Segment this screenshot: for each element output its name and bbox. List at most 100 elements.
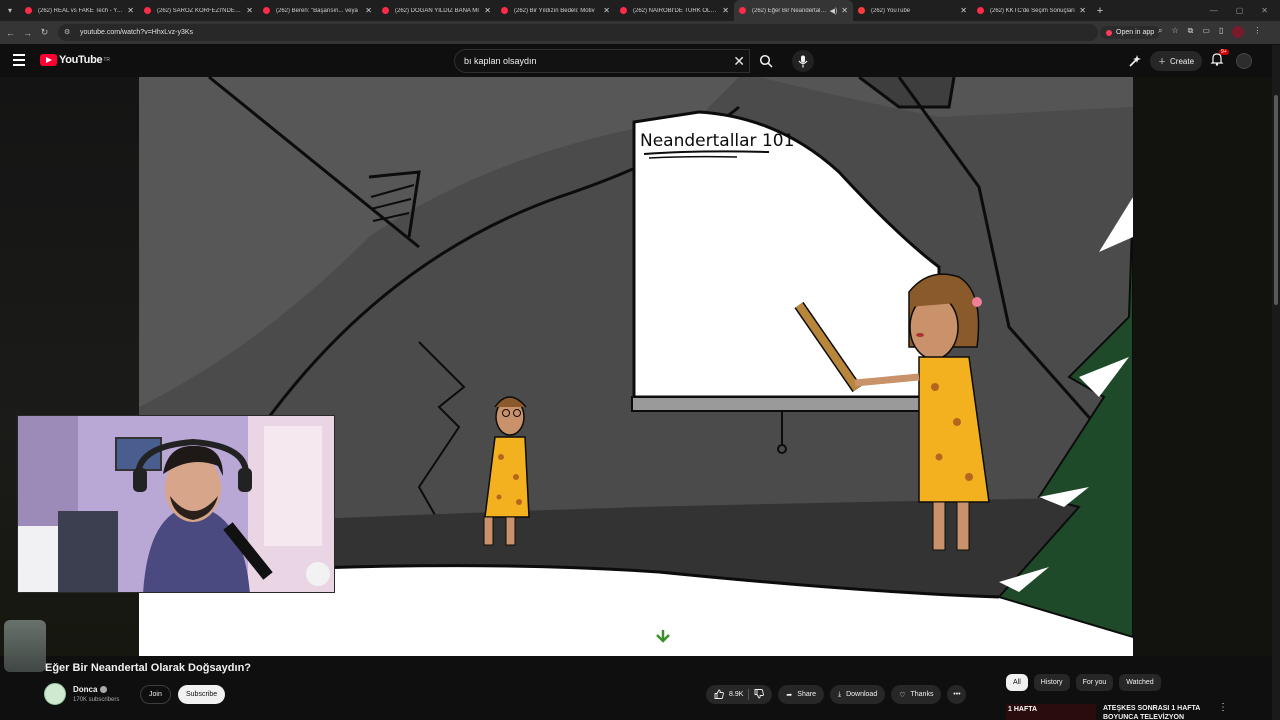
magic-wand-icon[interactable] [1128, 54, 1142, 68]
youtube-favicon-icon [25, 7, 32, 14]
channel-name[interactable]: Donca [73, 685, 108, 694]
youtube-logo[interactable]: YouTube TR [40, 54, 110, 66]
youtube-favicon-icon [977, 7, 984, 14]
verified-icon [100, 686, 108, 693]
room-background-right [1133, 77, 1272, 656]
chip-history[interactable]: History [1033, 674, 1070, 691]
streamer-webcam-image [18, 416, 334, 592]
like-button[interactable] [714, 689, 724, 701]
minimize-icon[interactable]: — [1210, 6, 1218, 15]
join-button[interactable]: Join [140, 685, 171, 704]
extensions-icon[interactable]: ⧉ [1188, 26, 1194, 38]
video-actions: 8.9K ➦ Share ⤓ Download ♡ Thanks ••• [706, 685, 967, 704]
back-icon[interactable]: ← [2, 28, 19, 38]
close-icon[interactable]: ✕ [960, 6, 967, 15]
microphone-icon [798, 55, 808, 67]
youtube-favicon-icon [501, 7, 508, 14]
video-title: Eğer Bir Neandertal Olarak Doğsaydın? [45, 662, 252, 674]
more-actions-button[interactable]: ••• [947, 685, 967, 704]
close-icon[interactable]: ✕ [603, 6, 610, 15]
recommendation-thumbnail[interactable]: 1 HAFTA [1006, 704, 1096, 720]
search-button[interactable] [750, 49, 782, 73]
subscriber-count: 170K subscribers [73, 697, 120, 703]
new-tab-icon[interactable]: + [1091, 5, 1109, 17]
close-window-icon[interactable]: ✕ [1261, 6, 1268, 15]
browser-tab[interactable]: (262) YouTube ✕ [853, 0, 972, 21]
dislike-button[interactable] [754, 688, 765, 701]
maximize-icon[interactable]: ▢ [1236, 6, 1244, 15]
browser-tab[interactable]: (262) NAIROBİ'DE TÜRK OLMA ✕ [615, 0, 734, 21]
close-icon[interactable]: ✕ [484, 6, 491, 15]
more-horizontal-icon: ••• [953, 691, 961, 698]
search-input[interactable]: bı kaplan olsaydın ✕ [454, 49, 750, 73]
close-icon[interactable]: ✕ [246, 6, 253, 15]
browser-tab[interactable]: (262) Bir Yıldızın Bedeli: Motiv ✕ [496, 0, 615, 21]
browser-tab-active[interactable]: (262) Eğer Bir Neandertal O ◀) ✕ [734, 0, 853, 21]
header-actions: ＋ Create 9+ [1128, 49, 1253, 71]
speaker-icon[interactable]: ◀) [830, 7, 838, 15]
create-label: Create [1170, 56, 1195, 66]
clear-search-icon[interactable]: ✕ [733, 53, 745, 70]
tab-label: (262) Beren: "Başarısın... veya [276, 7, 358, 14]
close-icon[interactable]: ✕ [365, 6, 372, 15]
page-scrollbar[interactable] [1272, 45, 1280, 720]
subscribe-button[interactable]: Subscribe [178, 685, 226, 704]
browser-tab[interactable]: (262) DOĞAN YILDIZ BANA Mİ ✕ [377, 0, 496, 21]
window-controls: — ▢ ✕ [1210, 6, 1280, 15]
plus-icon: ＋ [1158, 56, 1166, 66]
profile-avatar[interactable] [1232, 26, 1245, 38]
youtube-favicon-icon [144, 7, 151, 14]
account-avatar[interactable] [1236, 53, 1253, 69]
site-info-icon[interactable]: ⚙ [64, 28, 73, 37]
cup-object [4, 620, 46, 672]
menu-icon[interactable] [13, 54, 25, 66]
browser-menu-icon[interactable]: ⋮ [1253, 26, 1261, 38]
share-button[interactable]: ➦ Share [778, 685, 824, 704]
tab-label: (262) YouTube [871, 7, 911, 14]
create-button[interactable]: ＋ Create [1150, 51, 1203, 71]
scrollbar-thumb[interactable] [1274, 95, 1278, 305]
open-in-app-label: Open in app [1116, 29, 1155, 36]
divider [748, 689, 750, 700]
filter-chips: All History For you Watched [1006, 674, 1161, 691]
browser-tab[interactable]: (262) REAL vs FAKE Tech - YouT ✕ [20, 0, 139, 21]
browser-tab[interactable]: (262) SAROZ KÖRFEZİ'NDE KIL ✕ [139, 0, 258, 21]
download-label: Download [846, 691, 878, 698]
like-count: 8.9K [729, 691, 744, 698]
recommendation-title[interactable]: ATEŞKES SONRASI 1 HAFTA BOYUNCA TELEVİZY… [1103, 704, 1215, 720]
sidebar-icon[interactable]: ▯ [1219, 26, 1223, 38]
close-icon[interactable]: ✕ [722, 6, 729, 15]
chip-watched[interactable]: Watched [1119, 674, 1161, 691]
tab-label: (262) SAROZ KÖRFEZİ'NDE KIL [157, 7, 243, 14]
share-label: Share [797, 691, 816, 698]
reload-icon[interactable]: ↻ [36, 27, 53, 38]
search-query-text: bı kaplan olsaydın [464, 56, 537, 66]
thanks-button[interactable]: ♡ Thanks [891, 685, 942, 704]
tab-label: (262) Eğer Bir Neandertal O [752, 7, 827, 14]
youtube-header: YouTube TR bı kaplan olsaydın ✕ ＋ Create… [0, 45, 1280, 77]
cast-icon[interactable]: ▭ [1202, 26, 1210, 38]
browser-tab[interactable]: (262) KKTC'de Seçim Sonuçları ✕ [972, 0, 1091, 21]
browser-tab[interactable]: (262) Beren: "Başarısın... veya ✕ [258, 0, 377, 21]
more-vertical-icon[interactable]: ⋮ [1218, 702, 1228, 713]
search-icon [759, 54, 773, 68]
board-title: Neandertallar 101 [640, 131, 794, 151]
close-icon[interactable]: ✕ [841, 6, 848, 15]
notifications-button[interactable]: 9+ [1210, 49, 1229, 70]
channel-name-text: Donca [73, 685, 98, 694]
youtube-favicon-icon [620, 7, 627, 14]
chip-for-you[interactable]: For you [1075, 674, 1114, 691]
download-button[interactable]: ⤓ Download [829, 685, 886, 704]
tab-search-icon[interactable]: ▾ [0, 6, 20, 15]
zoom-icon[interactable]: ⌕ [1158, 26, 1162, 38]
bookmark-star-icon[interactable]: ☆ [1171, 26, 1178, 38]
close-icon[interactable]: ✕ [1079, 6, 1086, 15]
address-bar[interactable]: ⚙ youtube.com/watch?v=HhxLvz-y3Ks [58, 24, 1098, 41]
tab-label: (262) Bir Yıldızın Bedeli: Motiv [514, 7, 595, 14]
chip-all[interactable]: All [1006, 674, 1028, 691]
channel-avatar[interactable] [44, 683, 66, 705]
close-icon[interactable]: ✕ [127, 6, 134, 15]
forward-icon[interactable]: → [19, 28, 36, 38]
voice-search-button[interactable] [792, 50, 814, 72]
open-in-app-button[interactable]: Open in app [1100, 26, 1161, 39]
